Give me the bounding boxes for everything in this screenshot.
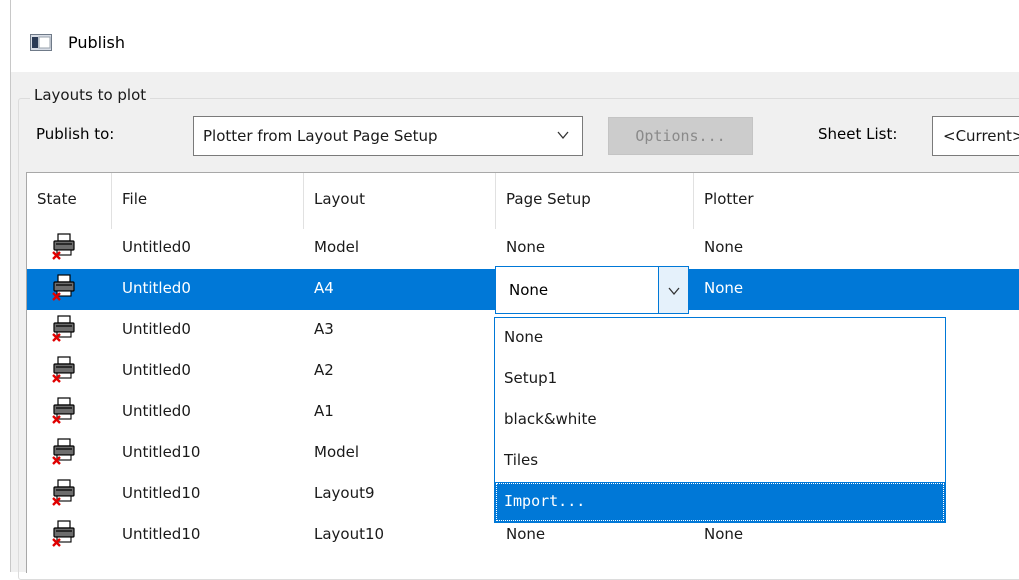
printer-error-icon (52, 315, 76, 343)
column-header-plotter[interactable]: Plotter (694, 173, 1019, 229)
state-cell (27, 392, 112, 433)
layout-cell: Layout9 (314, 484, 375, 502)
options-button[interactable]: Options... (608, 117, 753, 155)
plotter-cell: None (704, 279, 744, 297)
state-cell (27, 474, 112, 515)
printer-error-icon (52, 479, 76, 507)
sheet-list-combo[interactable]: <Current> (932, 116, 1019, 156)
dropdown-option-black-white[interactable]: black&white (495, 400, 945, 441)
column-header-layout[interactable]: Layout (304, 173, 496, 229)
layouts-group-legend: Layouts to plot (30, 86, 151, 104)
file-cell: Untitled10 (122, 443, 201, 461)
page-setup-dropdown-button[interactable] (658, 267, 688, 313)
chevron-down-icon (668, 287, 680, 296)
layout-cell: Layout10 (314, 525, 385, 543)
state-cell (27, 515, 112, 556)
dropdown-option-import[interactable]: Import... (495, 482, 945, 522)
printer-error-icon (52, 356, 76, 384)
publish-to-combo[interactable]: Plotter from Layout Page Setup (193, 116, 583, 156)
layout-cell: A3 (314, 320, 334, 338)
file-cell: Untitled0 (122, 238, 191, 256)
page-setup-cell[interactable]: None (496, 228, 694, 269)
file-cell: Untitled10 (122, 484, 201, 502)
page-setup-dropdown-list[interactable]: None Setup1 black&white Tiles Import... (494, 317, 946, 523)
publish-app-icon (30, 34, 52, 51)
state-cell (27, 310, 112, 351)
layout-cell: A2 (314, 361, 334, 379)
file-cell: Untitled0 (122, 320, 191, 338)
layout-cell: Model (314, 443, 360, 461)
state-cell (27, 228, 112, 269)
column-header-page-setup[interactable]: Page Setup (496, 173, 694, 229)
printer-error-icon (52, 274, 76, 302)
printer-error-icon (52, 233, 76, 261)
publish-to-label: Publish to: (36, 125, 115, 143)
dropdown-option-none[interactable]: None (495, 318, 945, 359)
column-header-state[interactable]: State (27, 173, 112, 229)
dropdown-option-setup1[interactable]: Setup1 (495, 359, 945, 400)
state-cell (27, 433, 112, 474)
sheet-list-label: Sheet List: (818, 125, 898, 143)
page-setup-combo[interactable]: None (495, 266, 689, 314)
layout-cell: Model (314, 238, 360, 256)
file-cell: Untitled10 (122, 525, 201, 543)
chevron-down-icon (557, 131, 569, 140)
plotter-cell: None (704, 238, 744, 256)
dropdown-option-tiles[interactable]: Tiles (495, 441, 945, 482)
column-header-file[interactable]: File (112, 173, 304, 229)
sheet-list-value: <Current> (943, 127, 1019, 145)
file-cell: Untitled0 (122, 402, 191, 420)
file-cell: Untitled0 (122, 279, 191, 297)
layout-cell: A4 (314, 279, 334, 297)
state-cell (27, 351, 112, 392)
table-row[interactable]: Untitled0 Model None None (27, 228, 1019, 269)
publish-to-value: Plotter from Layout Page Setup (203, 127, 438, 145)
page-setup-combo-value: None (509, 281, 549, 299)
printer-error-icon (52, 397, 76, 425)
file-cell: Untitled0 (122, 361, 191, 379)
printer-error-icon (52, 438, 76, 466)
layout-cell: A1 (314, 402, 334, 420)
state-cell (27, 269, 112, 310)
printer-error-icon (52, 520, 76, 548)
title-bar[interactable] (11, 0, 1019, 72)
window-title: Publish (68, 33, 126, 52)
